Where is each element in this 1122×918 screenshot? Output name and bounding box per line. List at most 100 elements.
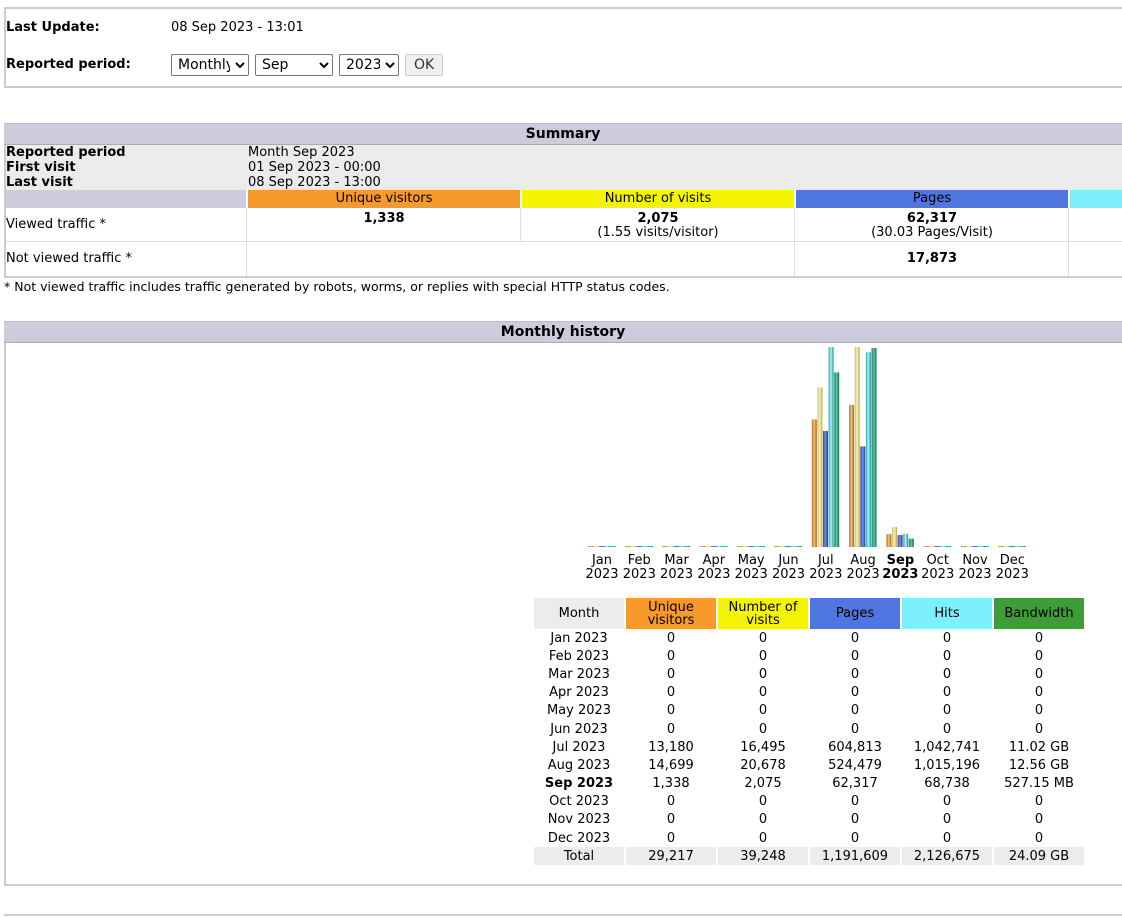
x-tick-year: 2023 (623, 567, 656, 582)
cell-visits: 0 (758, 812, 768, 828)
cell-pages: 604,813 (828, 739, 882, 755)
cell-visits: 16,495 (740, 739, 786, 755)
cell-pages: 1,191,609 (810, 847, 900, 866)
bar-number-of-visits (668, 546, 674, 547)
reported-period-row-value: Month Sep 2023 (248, 145, 355, 160)
cell-bandwidth: 527.15 MB (1004, 776, 1074, 792)
cell-month: Jun 2023 (550, 721, 608, 737)
x-tick-year: 2023 (660, 567, 693, 582)
table-row: May 2023 0 0 0 0 0 (534, 702, 1084, 720)
first-visit-value: 01 Sep 2023 - 00:00 (248, 160, 381, 175)
period-type-select[interactable]: Monthly (171, 54, 249, 76)
cell-unique: 0 (666, 812, 676, 828)
period-year-select[interactable]: 2023 (339, 54, 399, 76)
col-bandwidth: Bandwidth (994, 598, 1084, 629)
period-controls: Monthly Sep 2023 OK (171, 53, 444, 77)
cell-hits: 2,126,675 (902, 847, 992, 866)
bar-bandwidth (796, 546, 802, 547)
cell-visits: 20,678 (740, 757, 786, 773)
cell-bandwidth: 0 (1034, 685, 1044, 701)
cell-visits: 0 (758, 666, 768, 682)
bar-pages (897, 535, 903, 547)
table-row: Mar 2023 0 0 0 0 0 (534, 665, 1084, 683)
bar-unique-visitors (886, 534, 892, 547)
cell-unique: 0 (666, 630, 676, 646)
bar-hits (903, 533, 909, 547)
table-row: Apr 2023 0 0 0 0 0 (534, 684, 1084, 702)
bar-hits (604, 546, 610, 547)
cell-bandwidth: 0 (1034, 666, 1044, 682)
cell-month: Total (534, 847, 624, 866)
summary-col-pages: Pages (796, 190, 1068, 208)
bar-bandwidth (946, 546, 952, 547)
bar-number-of-visits (929, 546, 935, 547)
bar-pages (823, 431, 828, 547)
cell-pages: 0 (850, 794, 860, 810)
x-tick-month: Dec (1000, 553, 1025, 568)
last-update-value: 08 Sep 2023 - 13:01 (171, 20, 304, 35)
cell-bandwidth: 0 (1034, 703, 1044, 719)
reported-period-label: Reported period: (6, 57, 131, 72)
x-tick-month: Nov (962, 553, 988, 568)
bar-bandwidth (610, 546, 616, 547)
ok-button[interactable]: OK (405, 54, 444, 76)
bar-bandwidth (1020, 546, 1026, 547)
bar-hits (679, 546, 685, 547)
bar-pages (711, 546, 717, 547)
cell-unique: 0 (666, 685, 676, 701)
last-visit-value: 08 Sep 2023 - 13:00 (248, 175, 381, 190)
cell-unique: 0 (666, 648, 676, 664)
bar-pages (785, 546, 791, 547)
cell-month: Nov 2023 (547, 812, 611, 828)
bar-pages (636, 546, 642, 547)
bar-unique-visitors (625, 546, 631, 547)
x-tick-year: 2023 (882, 567, 918, 582)
x-tick-month: May (738, 553, 765, 568)
cell-month: May 2023 (546, 703, 612, 719)
summary-col-divider-4 (1068, 208, 1069, 276)
cell-month: Aug 2023 (547, 757, 611, 773)
bar-hits (828, 347, 834, 547)
cell-hits: 1,042,741 (913, 739, 981, 755)
bar-number-of-visits (1003, 546, 1009, 547)
last-visit-label: Last visit (6, 175, 73, 190)
bar-hits (754, 546, 759, 547)
bar-hits (940, 546, 946, 547)
viewed-traffic-label: Viewed traffic * (6, 217, 106, 232)
cell-hits: 0 (942, 830, 952, 846)
table-row: Aug 2023 14,699 20,678 524,479 1,015,196 12.5… (534, 756, 1084, 774)
cell-visits: 0 (758, 721, 768, 737)
cell-hits: 0 (942, 666, 952, 682)
cell-month: Mar 2023 (548, 666, 610, 682)
summary-divider (6, 241, 1122, 242)
summary-title: Summary (4, 123, 1122, 145)
monthly-history-table: Month Unique visitors Number of visits Pag… (532, 598, 1086, 866)
period-month-select[interactable]: Sep (255, 54, 333, 76)
cell-unique: 29,217 (626, 847, 716, 866)
col-number-of-visits: Number of visits (718, 598, 808, 629)
table-row: Oct 2023 0 0 0 0 0 (534, 793, 1084, 811)
bar-pages (934, 546, 940, 547)
bar-pages (599, 546, 605, 547)
last-update-label: Last Update: (6, 20, 100, 35)
cell-pages: 0 (850, 648, 860, 664)
bar-number-of-visits (705, 546, 711, 547)
x-tick-year: 2023 (735, 567, 768, 582)
bar-unique-visitors (923, 546, 929, 547)
cell-month: Dec 2023 (547, 830, 611, 846)
cell-unique: 1,338 (652, 776, 690, 792)
x-tick-month: Mar (664, 553, 689, 568)
cell-visits: 0 (758, 794, 768, 810)
table-row: Feb 2023 0 0 0 0 0 (534, 647, 1084, 665)
x-tick-month: Feb (628, 553, 651, 568)
cell-unique: 0 (666, 794, 676, 810)
cell-pages: 0 (850, 812, 860, 828)
cell-unique: 0 (666, 721, 676, 737)
col-hits: Hits (902, 598, 992, 629)
cell-month: Jul 2023 (552, 739, 606, 755)
bar-unique-visitors (961, 546, 966, 547)
cell-bandwidth: 0 (1034, 721, 1044, 737)
table-row: Jan 2023 0 0 0 0 0 (534, 629, 1084, 647)
cell-hits: 0 (942, 703, 952, 719)
bar-hits (977, 546, 983, 547)
